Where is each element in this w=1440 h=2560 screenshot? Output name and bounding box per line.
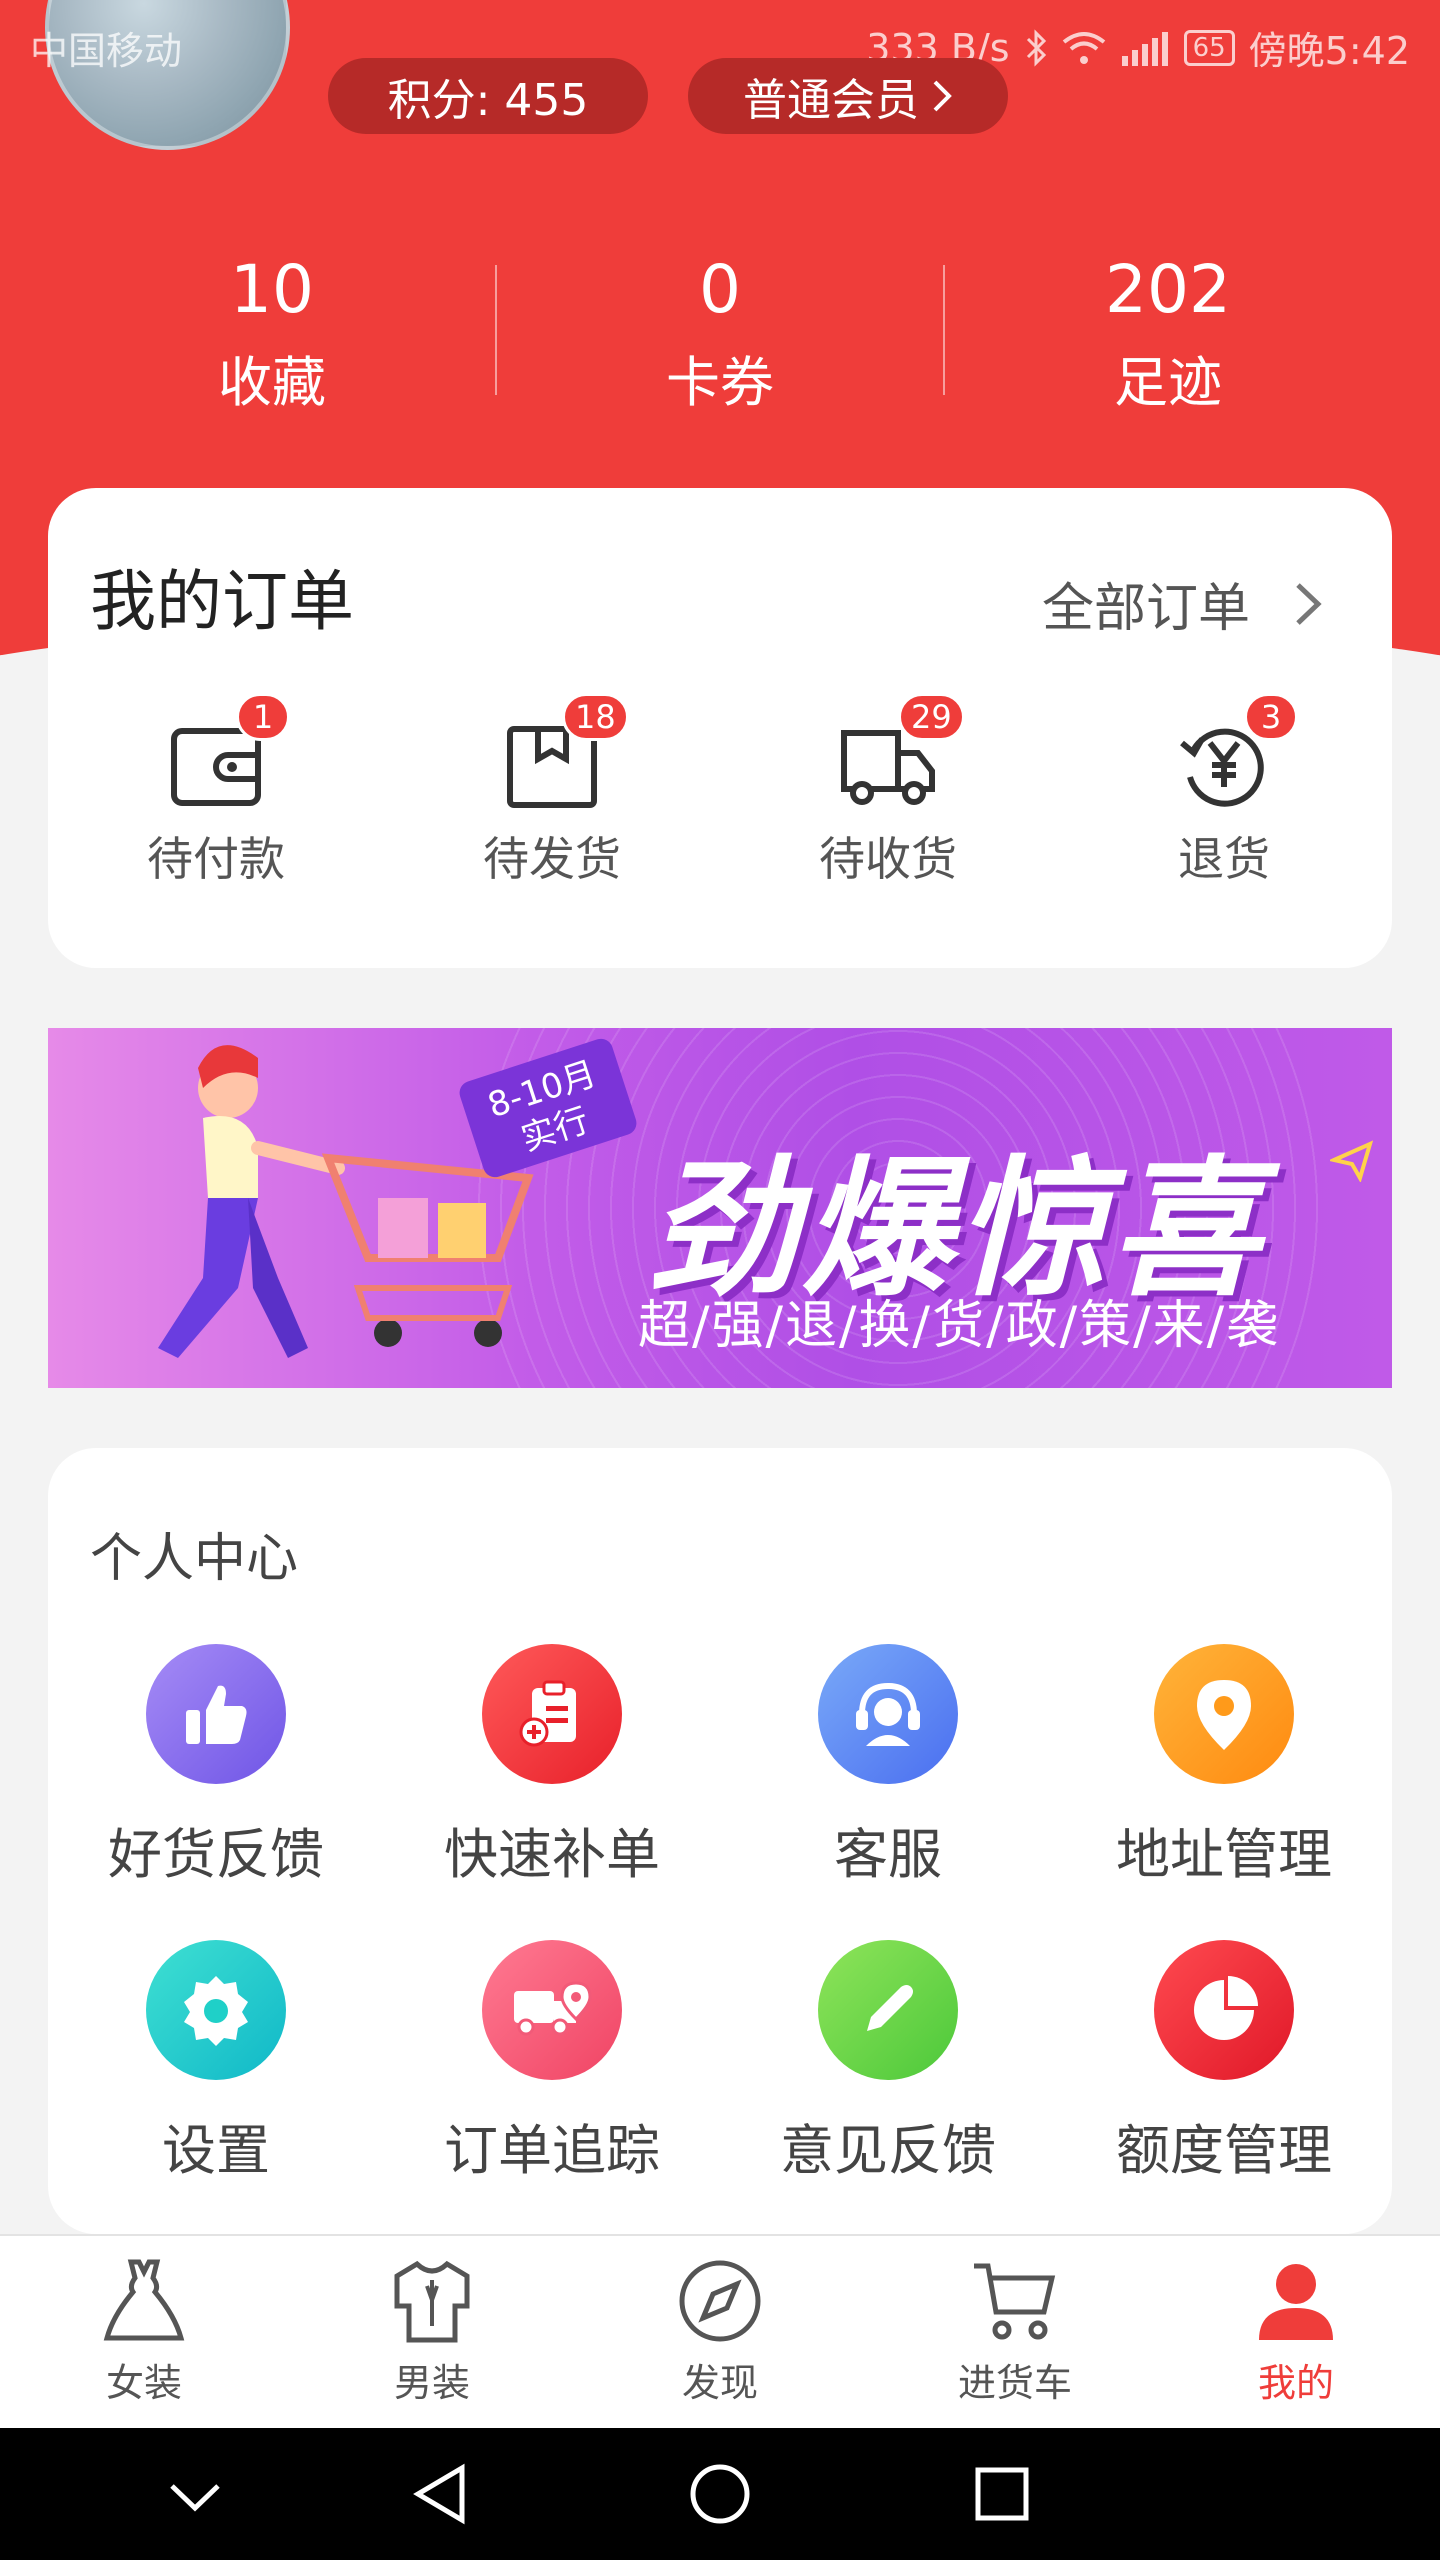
pc-item-label: 好货反馈 — [108, 1823, 324, 1886]
points-pill[interactable]: 积分: 455 — [328, 58, 648, 134]
stat-divider — [943, 265, 945, 395]
clipboard-plus-icon — [482, 1644, 622, 1784]
pc-item-goods-feedback[interactable]: 好货反馈 — [66, 1644, 366, 1889]
order-badge: 18 — [562, 693, 629, 741]
system-nav-bar — [0, 2428, 1440, 2560]
stat-coupons[interactable]: 0 卡券 — [570, 250, 870, 418]
order-pending-shipment[interactable]: 18 待发货 — [432, 693, 672, 889]
order-item-label: 待付款 — [147, 832, 285, 886]
orders-card: 我的订单 全部订单 1 待付款 18 待发货 29 待收货 3 退货 — [48, 488, 1392, 968]
order-badge: 29 — [898, 693, 965, 741]
personal-center-card: 个人中心 好货反馈 快速补单 客服 地址管理 设置 订单追踪 意见反馈 额度管理 — [48, 1448, 1392, 2234]
headset-icon — [818, 1644, 958, 1784]
tab-mine[interactable]: 我的 — [1196, 2256, 1396, 2407]
pc-item-label: 地址管理 — [1116, 1823, 1332, 1886]
pc-item-order-tracking[interactable]: 订单追踪 — [402, 1940, 702, 2185]
tab-label: 男装 — [393, 2361, 470, 2405]
pc-item-label: 快速补单 — [444, 1823, 660, 1886]
tab-label: 发现 — [681, 2361, 758, 2405]
wifi-icon — [1062, 31, 1105, 64]
tab-womens[interactable]: 女装 — [44, 2256, 244, 2407]
pc-item-label: 意见反馈 — [780, 2119, 996, 2182]
order-item-label: 退货 — [1178, 832, 1270, 886]
stat-favorites-count: 10 — [230, 251, 314, 328]
gear-icon — [146, 1940, 286, 2080]
order-badge: 3 — [1244, 693, 1298, 741]
tab-label: 进货车 — [957, 2361, 1072, 2405]
stat-coupons-count: 0 — [699, 251, 741, 328]
pc-item-settings[interactable]: 设置 — [66, 1940, 366, 2185]
stat-favorites[interactable]: 10 收藏 — [122, 250, 422, 418]
stat-footprints[interactable]: 202 足迹 — [1018, 250, 1318, 418]
user-icon — [1259, 2264, 1333, 2340]
signal-icon — [1121, 31, 1168, 66]
pc-item-quick-reorder[interactable]: 快速补单 — [402, 1644, 702, 1889]
tab-cart[interactable]: 进货车 — [915, 2256, 1115, 2407]
member-level-label: 普通会员 — [743, 75, 919, 126]
chevron-down-icon[interactable] — [168, 2480, 222, 2514]
pc-item-address-management[interactable]: 地址管理 — [1074, 1644, 1374, 1889]
pc-item-label: 设置 — [162, 2119, 270, 2182]
chevron-right-icon — [1296, 582, 1322, 625]
personal-center-title: 个人中心 — [90, 1529, 299, 1589]
pie-chart-icon — [1154, 1940, 1294, 2080]
cart-icon — [974, 2263, 1056, 2340]
chevron-right-icon — [933, 80, 952, 112]
order-pending-payment[interactable]: 1 待付款 — [96, 693, 336, 889]
battery-icon: 65 — [1183, 29, 1235, 66]
tab-label: 我的 — [1257, 2361, 1334, 2405]
banner-subtitle: 超/强/退/换/货/政/策/来/袭 — [638, 1296, 1281, 1356]
order-badge: 1 — [236, 693, 290, 741]
pc-item-customer-service[interactable]: 客服 — [738, 1644, 1038, 1889]
promo-banner[interactable]: 8-10月 实行 劲爆惊喜 超/强/退/换/货/政/策/来/袭 — [48, 1028, 1392, 1388]
all-orders-link[interactable]: 全部订单 — [1042, 566, 1322, 641]
home-icon[interactable] — [688, 2462, 752, 2526]
location-pin-icon — [1154, 1644, 1294, 1784]
order-pending-receipt[interactable]: 29 待收货 — [768, 693, 1008, 889]
order-item-label: 待发货 — [483, 832, 621, 886]
stat-footprints-count: 202 — [1105, 251, 1231, 328]
pc-item-label: 客服 — [834, 1823, 942, 1886]
truck-pin-icon — [482, 1940, 622, 2080]
member-level-pill[interactable]: 普通会员 — [688, 58, 1008, 134]
app-root: 中国移动 333 B/s 65 傍晚5:42 积分: 455 普通会员 10 收… — [0, 0, 1440, 2560]
pc-item-opinion-feedback[interactable]: 意见反馈 — [738, 1940, 1038, 2185]
carrier-label: 中国移动 — [30, 29, 183, 73]
pc-item-label: 订单追踪 — [444, 2119, 660, 2182]
compass-icon — [679, 2260, 761, 2342]
stat-divider — [495, 265, 497, 395]
paper-plane-icon — [1330, 1140, 1374, 1182]
orders-title: 我的订单 — [90, 563, 354, 640]
all-orders-label: 全部订单 — [1041, 579, 1250, 639]
pencil-icon — [818, 1940, 958, 2080]
recents-icon[interactable] — [970, 2462, 1034, 2526]
tab-mens[interactable]: 男装 — [332, 2256, 532, 2407]
bluetooth-icon — [1026, 28, 1046, 67]
tab-discover[interactable]: 发现 — [620, 2256, 820, 2407]
order-item-label: 待收货 — [819, 832, 957, 886]
stat-coupons-label: 卡券 — [666, 351, 774, 414]
stat-footprints-label: 足迹 — [1114, 351, 1222, 414]
clock: 傍晚5:42 — [1248, 29, 1410, 73]
stat-favorites-label: 收藏 — [218, 351, 326, 414]
dress-icon — [103, 2259, 185, 2341]
pc-item-label: 额度管理 — [1116, 2119, 1332, 2182]
back-icon[interactable] — [410, 2462, 474, 2526]
order-returns[interactable]: 3 退货 — [1104, 693, 1344, 889]
shirt-icon — [394, 2260, 470, 2343]
pc-item-credit-management[interactable]: 额度管理 — [1074, 1940, 1374, 2185]
tab-label: 女装 — [105, 2361, 182, 2405]
thumbs-up-icon — [146, 1644, 286, 1784]
bottom-tab-bar: 女装 男装 发现 进货车 我的 — [0, 2234, 1440, 2428]
